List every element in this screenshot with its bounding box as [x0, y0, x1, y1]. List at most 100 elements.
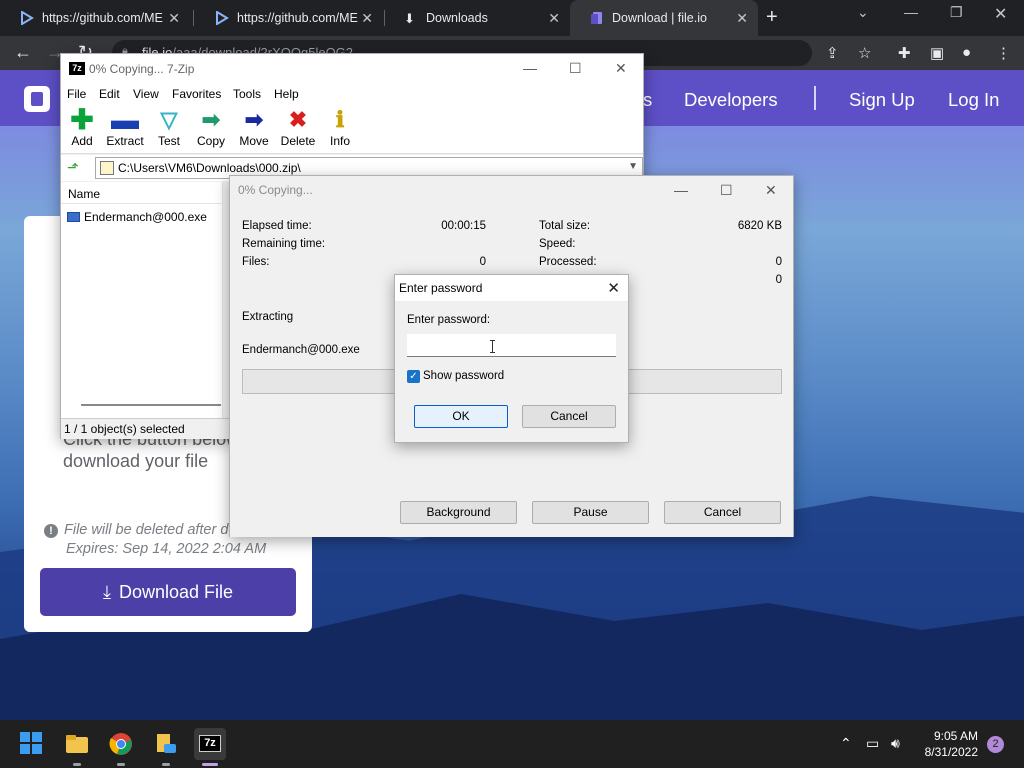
- download-file-button[interactable]: ⤓ Download File: [40, 568, 296, 616]
- column-header-name[interactable]: Name: [61, 182, 222, 204]
- file-manager-icon[interactable]: [154, 732, 178, 756]
- file-name: Endermanch@000.exe: [84, 210, 207, 224]
- close-tab-icon[interactable]: ✕: [361, 10, 373, 27]
- active-indicator: [202, 763, 218, 766]
- ok-button[interactable]: OK: [414, 405, 508, 428]
- date: 8/31/2022: [924, 745, 978, 759]
- minimize-icon[interactable]: —: [674, 182, 688, 198]
- check-icon: ▽: [160, 107, 178, 132]
- dialog-title: Enter password: [399, 281, 483, 295]
- minimize-icon[interactable]: —: [523, 60, 537, 76]
- chevron-down-icon[interactable]: ▼: [628, 161, 638, 172]
- move-button[interactable]: ➡ Move: [237, 106, 271, 148]
- chrome-icon[interactable]: [109, 732, 133, 756]
- expiry-text: Expires: Sep 14, 2022 2:04 AM: [66, 541, 267, 557]
- cancel-button[interactable]: Cancel: [664, 501, 781, 524]
- start-button[interactable]: [20, 732, 44, 756]
- delete-label: Delete: [280, 134, 316, 148]
- maximize-icon[interactable]: ☐: [720, 182, 733, 199]
- close-tab-icon[interactable]: ✕: [168, 10, 180, 27]
- x-icon: ✖: [288, 107, 308, 132]
- window-title: 0% Copying... 7-Zip: [89, 62, 195, 76]
- browser-tab[interactable]: https://github.com/ME ✕: [0, 0, 190, 36]
- file-explorer-icon[interactable]: [65, 732, 89, 756]
- dialog-title: 0% Copying...: [238, 183, 313, 197]
- close-tab-icon[interactable]: ✕: [548, 10, 560, 27]
- close-icon[interactable]: ✕: [615, 60, 627, 77]
- pause-button[interactable]: Pause: [532, 501, 649, 524]
- notification-badge[interactable]: 2: [987, 736, 1004, 753]
- add-label: Add: [71, 134, 93, 148]
- browser-tab[interactable]: ⬇ Downloads ✕: [384, 0, 570, 36]
- chevron-up-icon[interactable]: ⌃: [840, 735, 852, 752]
- nav-link-log-in[interactable]: Log In: [948, 89, 999, 111]
- menu-edit[interactable]: Edit: [99, 87, 120, 101]
- exe-file-icon: [67, 212, 80, 222]
- menu-tools[interactable]: Tools: [233, 87, 261, 101]
- total-size-label: Total size:: [539, 220, 591, 232]
- menu-favorites[interactable]: Favorites: [172, 87, 221, 101]
- maximize-icon[interactable]: ☐: [569, 60, 582, 77]
- close-window-icon[interactable]: ✕: [994, 4, 1007, 24]
- text-cursor-icon: [490, 340, 495, 353]
- browser-tab[interactable]: https://github.com/ME ✕: [195, 0, 383, 36]
- page-favicon-icon: [20, 10, 34, 26]
- time: 9:05 AM: [933, 729, 978, 743]
- clock[interactable]: 9:05 AM 8/31/2022: [925, 728, 978, 760]
- info-button[interactable]: ℹ Info: [327, 106, 353, 148]
- new-tab-icon[interactable]: +: [766, 6, 778, 29]
- info-label: Info: [329, 134, 350, 148]
- download-icon: ⤓: [102, 581, 111, 602]
- browser-tab-active[interactable]: Download | file.io ✕: [570, 0, 758, 36]
- share-icon[interactable]: ⇪: [826, 44, 839, 62]
- move-label: Move: [239, 134, 269, 148]
- network-icon[interactable]: ▭: [866, 735, 879, 752]
- 7zip-taskbar-button[interactable]: 7z: [194, 728, 226, 760]
- show-password-checkbox[interactable]: ✓: [407, 370, 420, 383]
- menu-view[interactable]: View: [133, 87, 159, 101]
- elapsed-value: 00:00:15: [441, 220, 486, 232]
- minimize-icon[interactable]: —: [904, 4, 918, 20]
- show-password-label[interactable]: Show password: [423, 370, 504, 382]
- password-input[interactable]: [407, 334, 616, 357]
- test-button[interactable]: ▽ Test: [155, 106, 183, 148]
- nav-link-developers[interactable]: Developers: [684, 89, 778, 111]
- back-icon[interactable]: ←: [14, 42, 32, 63]
- list-item[interactable]: Endermanch@000.exe: [67, 210, 207, 224]
- background-button[interactable]: Background: [400, 501, 517, 524]
- menu-icon[interactable]: ⋮: [996, 44, 1011, 62]
- extensions-icon[interactable]: ✚: [898, 44, 911, 62]
- title-bar: 7z 0% Copying... 7-Zip — ☐ ✕: [61, 54, 643, 84]
- side-panel-icon[interactable]: ▣: [930, 44, 944, 62]
- bookmark-star-icon[interactable]: ☆: [858, 44, 871, 62]
- processed-value: 0: [775, 256, 782, 268]
- arrow-right-icon: ➡: [201, 107, 221, 132]
- profile-icon[interactable]: ●: [962, 44, 971, 61]
- current-file: Endermanch@000.exe: [242, 344, 360, 356]
- horizontal-scrollbar[interactable]: [81, 404, 221, 406]
- taskbar: 7z ⌃ ▭ 🔊︎ 9:05 AM 8/31/2022 2: [0, 720, 1024, 768]
- add-button[interactable]: ✚ Add: [69, 106, 95, 149]
- fileio-logo[interactable]: [24, 86, 50, 112]
- cancel-button[interactable]: Cancel: [522, 405, 616, 428]
- restore-icon[interactable]: ❐: [950, 4, 963, 21]
- delete-button[interactable]: ✖ Delete: [279, 106, 317, 148]
- menu-help[interactable]: Help: [274, 87, 299, 101]
- total-size-value: 6820 KB: [737, 220, 782, 232]
- copy-label: Copy: [196, 134, 225, 148]
- nav-link-sign-up[interactable]: Sign Up: [849, 89, 915, 111]
- close-tab-icon[interactable]: ✕: [736, 10, 748, 27]
- nav-link-partial[interactable]: s: [643, 89, 652, 111]
- menu-file[interactable]: File: [67, 87, 86, 101]
- folder-up-icon[interactable]: ⬏: [67, 159, 79, 176]
- volume-icon[interactable]: 🔊︎: [891, 735, 900, 752]
- tab-title: https://github.com/ME: [237, 11, 358, 25]
- remaining-label: Remaining time:: [242, 238, 326, 250]
- extract-button[interactable]: ▬ Extract: [105, 106, 145, 149]
- close-icon[interactable]: ✕: [765, 182, 777, 199]
- close-icon[interactable]: ✕: [607, 279, 620, 297]
- tab-search-icon[interactable]: ⌄: [857, 4, 869, 21]
- fileio-favicon-icon: [590, 11, 604, 25]
- copy-button[interactable]: ➡ Copy: [195, 106, 227, 148]
- processed-label: Processed:: [539, 256, 597, 268]
